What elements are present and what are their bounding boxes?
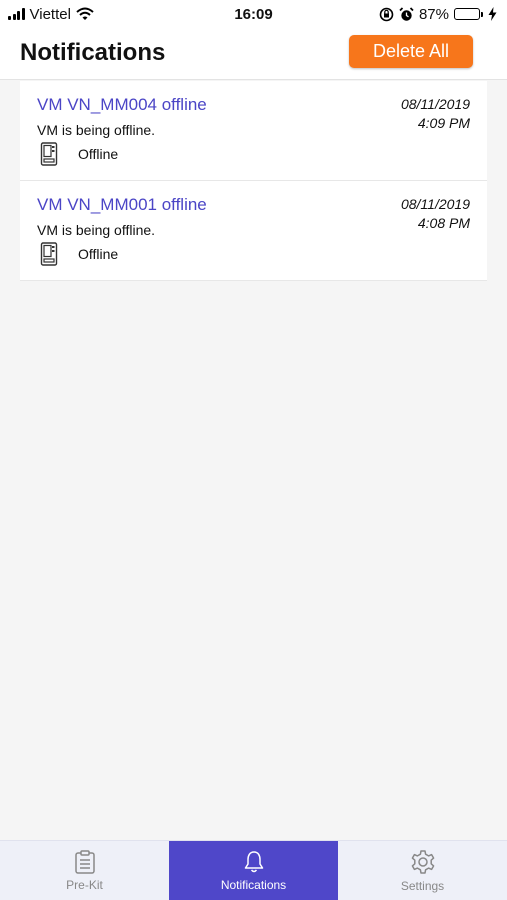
notification-title: VM VN_MM001 offline xyxy=(37,195,207,214)
signal-icon xyxy=(8,8,25,20)
notification-list: VM VN_MM004 offline VM is being offline.… xyxy=(20,81,487,281)
notification-status: Offline xyxy=(40,242,118,266)
tab-label: Pre-Kit xyxy=(66,877,103,892)
bell-icon xyxy=(244,850,263,872)
vending-machine-icon xyxy=(40,142,58,166)
tab-label: Settings xyxy=(400,878,445,893)
status-bar-right: 87% xyxy=(379,6,497,23)
carrier-label: Viettel xyxy=(29,5,71,23)
battery-percent: 87% xyxy=(418,5,449,23)
notification-date: 08/11/2019 xyxy=(400,96,470,112)
notification-date: 08/11/2019 xyxy=(400,196,470,212)
notification-status-label: Offline xyxy=(78,246,119,262)
tab-notifications[interactable]: Notifications xyxy=(169,841,338,900)
battery-icon xyxy=(454,8,483,20)
notification-time: 4:09 PM xyxy=(417,115,470,131)
header: Notifications Delete All xyxy=(0,28,507,80)
notification-description: VM is being offline. xyxy=(37,122,156,138)
clipboard-icon xyxy=(74,849,95,874)
tab-pre-kit[interactable]: Pre-Kit xyxy=(0,841,169,900)
alarm-icon xyxy=(399,6,414,21)
orientation-lock-icon xyxy=(379,7,394,21)
notification-card[interactable]: VM VN_MM001 offline VM is being offline.… xyxy=(20,181,487,281)
notification-card[interactable]: VM VN_MM004 offline VM is being offline.… xyxy=(20,81,487,181)
notification-title: VM VN_MM004 offline xyxy=(37,95,207,114)
notification-time: 4:08 PM xyxy=(417,215,470,231)
notification-datetime: 08/11/2019 4:08 PM xyxy=(401,195,470,233)
gear-icon xyxy=(411,849,434,874)
vending-machine-icon xyxy=(40,242,58,266)
notification-status: Offline xyxy=(40,142,118,166)
status-bar-left: Viettel xyxy=(8,6,94,23)
status-bar: Viettel 16:09 87% xyxy=(0,0,507,28)
tab-label: Notifications xyxy=(220,877,287,892)
tab-bar: Pre-Kit Notifications Settings xyxy=(0,840,507,900)
notification-datetime: 08/11/2019 4:09 PM xyxy=(401,95,470,133)
wifi-icon xyxy=(76,7,94,20)
charging-bolt-icon xyxy=(488,7,497,21)
page-title: Notifications xyxy=(20,39,166,66)
notification-status-label: Offline xyxy=(78,146,119,162)
delete-all-button[interactable]: Delete All xyxy=(349,35,473,68)
notification-description: VM is being offline. xyxy=(37,222,156,238)
tab-settings[interactable]: Settings xyxy=(338,841,507,900)
